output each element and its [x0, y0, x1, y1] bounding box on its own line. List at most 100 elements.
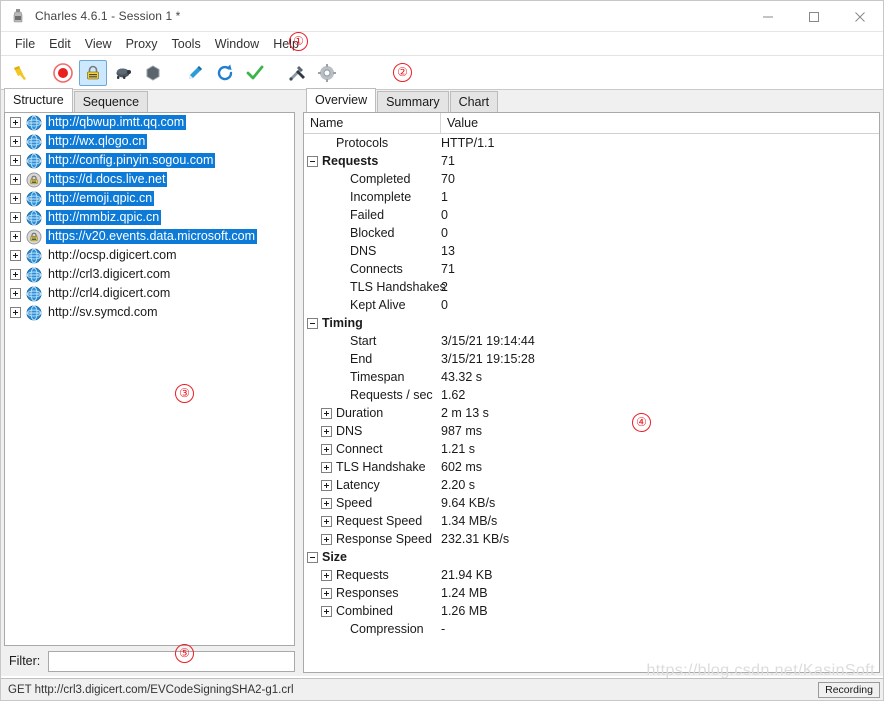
- tree-row-host[interactable]: http://emoji.qpic.cn: [5, 189, 294, 208]
- table-row[interactable]: Requests 21.94 KB: [304, 566, 879, 584]
- expander-plus-icon[interactable]: [321, 605, 332, 617]
- table-row[interactable]: Speed 9.64 KB/s: [304, 494, 879, 512]
- clear-session-icon[interactable]: [7, 60, 35, 86]
- tree-row-host[interactable]: http://wx.qlogo.cn: [5, 132, 294, 151]
- expander-plus-icon[interactable]: [321, 425, 332, 437]
- table-row[interactable]: DNS 13: [304, 242, 879, 260]
- expander-plus-icon[interactable]: [321, 497, 332, 509]
- row-value-label: 3/15/21 19:15:28: [441, 352, 535, 366]
- tree-row-host[interactable]: https://v20.events.data.microsoft.com: [5, 227, 294, 246]
- expander-plus-icon[interactable]: [321, 533, 332, 545]
- table-row[interactable]: Incomplete 1: [304, 188, 879, 206]
- maximize-icon[interactable]: [791, 1, 837, 32]
- breakpoints-hexagon-icon[interactable]: [139, 60, 167, 86]
- validate-check-icon[interactable]: [241, 60, 269, 86]
- status-badge[interactable]: Recording: [818, 682, 880, 698]
- host-tree[interactable]: http://qbwup.imtt.qq.com http://wx.qlogo.…: [4, 112, 295, 646]
- expander-plus-icon[interactable]: [10, 307, 21, 318]
- table-row[interactable]: Request Speed 1.34 MB/s: [304, 512, 879, 530]
- table-row[interactable]: Requests 71: [304, 152, 879, 170]
- expander-plus-icon[interactable]: [10, 250, 21, 261]
- table-row[interactable]: Start 3/15/21 19:14:44: [304, 332, 879, 350]
- table-row[interactable]: Completed 70: [304, 170, 879, 188]
- expander-plus-icon[interactable]: [321, 569, 332, 581]
- table-row[interactable]: Failed 0: [304, 206, 879, 224]
- tab-chart[interactable]: Chart: [449, 91, 499, 113]
- expander-plus-icon[interactable]: [10, 269, 21, 280]
- tree-row-host[interactable]: http://crl4.digicert.com: [5, 284, 294, 303]
- table-row[interactable]: Kept Alive 0: [304, 296, 879, 314]
- table-row[interactable]: Combined 1.26 MB: [304, 602, 879, 620]
- table-row[interactable]: Duration 2 m 13 s: [304, 404, 879, 422]
- expander-plus-icon[interactable]: [321, 515, 332, 527]
- expander-plus-icon[interactable]: [10, 117, 21, 128]
- table-row[interactable]: Latency 2.20 s: [304, 476, 879, 494]
- menu-tools[interactable]: Tools: [165, 34, 208, 54]
- menu-help[interactable]: Help: [266, 34, 306, 54]
- expander-plus-icon[interactable]: [321, 587, 332, 599]
- tree-row-host[interactable]: http://qbwup.imtt.qq.com: [5, 113, 294, 132]
- close-icon[interactable]: [837, 1, 883, 32]
- table-row[interactable]: Connect 1.21 s: [304, 440, 879, 458]
- expander-plus-icon[interactable]: [321, 407, 332, 419]
- table-row[interactable]: Connects 71: [304, 260, 879, 278]
- menu-edit[interactable]: Edit: [42, 34, 78, 54]
- menu-file[interactable]: File: [8, 34, 42, 54]
- repeat-refresh-icon[interactable]: [211, 60, 239, 86]
- expander-plus-icon[interactable]: [10, 155, 21, 166]
- expander-plus-icon[interactable]: [10, 288, 21, 299]
- tab-overview[interactable]: Overview: [306, 88, 377, 112]
- tree-row-host[interactable]: http://sv.symcd.com: [5, 303, 294, 322]
- tree-row-host[interactable]: http://crl3.digicert.com: [5, 265, 294, 284]
- table-row[interactable]: TLS Handshakes 2: [304, 278, 879, 296]
- table-row[interactable]: Requests / sec 1.62: [304, 386, 879, 404]
- table-row[interactable]: Timespan 43.32 s: [304, 368, 879, 386]
- settings-gear-icon[interactable]: [313, 60, 341, 86]
- globe-icon: [26, 153, 42, 169]
- expander-plus-icon[interactable]: [10, 231, 21, 242]
- expander-plus-icon[interactable]: [10, 136, 21, 147]
- tree-row-host[interactable]: http://mmbiz.qpic.cn: [5, 208, 294, 227]
- table-row[interactable]: Responses 1.24 MB: [304, 584, 879, 602]
- tree-row-host[interactable]: http://ocsp.digicert.com: [5, 246, 294, 265]
- row-value-label: 2: [441, 280, 448, 294]
- expander-plus-icon[interactable]: [10, 193, 21, 204]
- expander-minus-icon[interactable]: [307, 551, 318, 563]
- throttle-turtle-icon[interactable]: [109, 60, 137, 86]
- tree-row-host[interactable]: http://config.pinyin.sogou.com: [5, 151, 294, 170]
- table-row[interactable]: Timing: [304, 314, 879, 332]
- expander-plus-icon[interactable]: [10, 212, 21, 223]
- table-row[interactable]: Compression -: [304, 620, 879, 638]
- expander-plus-icon[interactable]: [321, 461, 332, 473]
- tab-structure[interactable]: Structure: [4, 88, 73, 112]
- expander-minus-icon[interactable]: [307, 317, 318, 329]
- tab-sequence[interactable]: Sequence: [73, 91, 149, 113]
- expander-plus-icon[interactable]: [10, 174, 21, 185]
- menu-proxy[interactable]: Proxy: [119, 34, 165, 54]
- ssl-proxying-icon[interactable]: [79, 59, 107, 86]
- row-value-label: 2 m 13 s: [441, 406, 489, 420]
- menu-window[interactable]: Window: [208, 34, 266, 54]
- table-row[interactable]: Blocked 0: [304, 224, 879, 242]
- table-row[interactable]: TLS Handshake 602 ms: [304, 458, 879, 476]
- table-row[interactable]: Size: [304, 548, 879, 566]
- table-row[interactable]: DNS 987 ms: [304, 422, 879, 440]
- tools-wrench-icon[interactable]: [283, 60, 311, 86]
- row-name-label: TLS Handshakes: [350, 280, 446, 294]
- table-row[interactable]: End 3/15/21 19:15:28: [304, 350, 879, 368]
- compose-pen-icon[interactable]: [181, 60, 209, 86]
- tree-row-host[interactable]: https://d.docs.live.net: [5, 170, 294, 189]
- minimize-icon[interactable]: [745, 1, 791, 32]
- column-header-name[interactable]: Name: [304, 113, 441, 133]
- expander-plus-icon[interactable]: [321, 443, 332, 455]
- menu-view[interactable]: View: [78, 34, 119, 54]
- filter-input[interactable]: [48, 650, 295, 672]
- table-row[interactable]: Response Speed 232.31 KB/s: [304, 530, 879, 548]
- table-row[interactable]: Protocols HTTP/1.1: [304, 134, 879, 152]
- tab-summary[interactable]: Summary: [377, 91, 449, 113]
- expander-plus-icon[interactable]: [321, 479, 332, 491]
- column-header-value[interactable]: Value: [441, 113, 879, 133]
- expander-minus-icon[interactable]: [307, 155, 318, 167]
- record-icon[interactable]: [49, 60, 77, 86]
- table-body[interactable]: Protocols HTTP/1.1 Requests 71 Completed 70 In…: [304, 134, 879, 672]
